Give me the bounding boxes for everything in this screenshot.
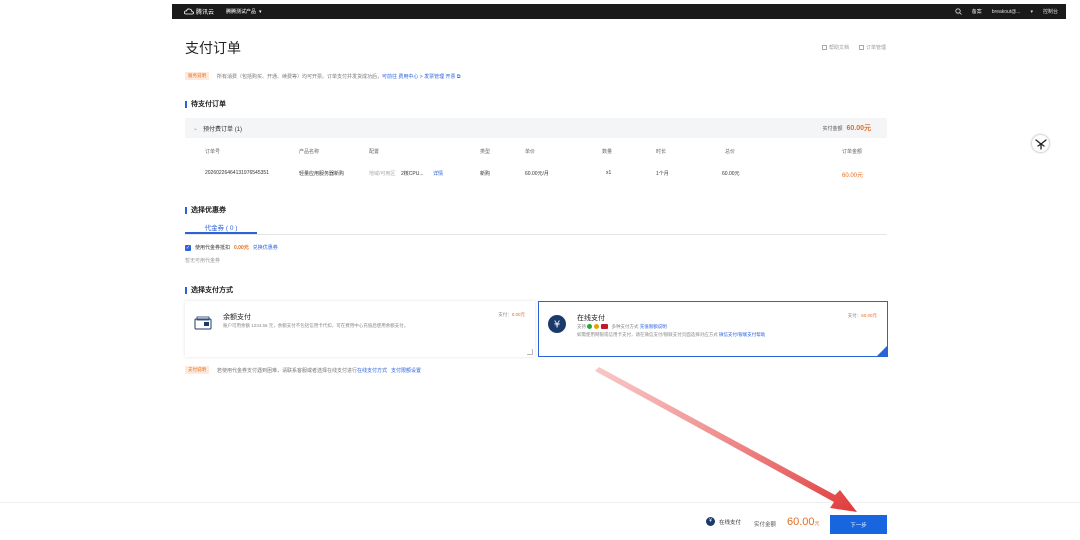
config-detail-link[interactable]: 详情	[433, 170, 443, 177]
payment-channel-icons	[587, 324, 610, 330]
online-pay-title: 在线支付	[577, 315, 605, 322]
pending-order-title: 待支付订单	[185, 101, 226, 108]
next-step-button[interactable]: 下一步	[830, 515, 887, 534]
wechat-union-help-link[interactable]: 微信支付/银联支付帮助	[719, 332, 765, 337]
order-panel: ⌄ 预付费订单 (1) 实付金额 60.00元 订单号 产品名称 配置 类型 单…	[185, 118, 887, 193]
duration: 1个月	[656, 171, 669, 177]
svg-text:¥: ¥	[554, 320, 560, 331]
col-type: 类型	[480, 149, 491, 155]
balance-pay-title: 余额支付	[223, 314, 251, 321]
help-doc-link[interactable]: 帮助文档	[821, 44, 849, 51]
order-type: 新购	[480, 171, 491, 177]
online-pay-desc: 支持 多种支付方式 充值限额说明	[577, 324, 667, 330]
total-price: 60.00元	[722, 171, 740, 177]
quantity: x1	[606, 170, 612, 176]
product-switcher[interactable]: 腾腾测试产品 ▾	[226, 8, 262, 16]
service-notice: 服务说明 所有消费（包括购买、开通、续费等）均可开票。订单支付并发货成功后， 可…	[185, 72, 460, 80]
top-right-menu: 备案 breakout@... ▾ 控制台	[945, 8, 1066, 15]
red-arrow	[595, 367, 857, 512]
top-nav: 腾讯云 腾腾测试产品 ▾ 备案 breakout@... ▾ 控制台	[172, 4, 1066, 19]
table-row: 20260226464131976545351 轻量应用服务器新购 地域/可用区…	[185, 170, 887, 182]
config-region: 地域/可用区	[369, 171, 396, 177]
online-pay-method-link[interactable]: 在线支付方式	[357, 367, 387, 374]
bottom-bar: ¥ 在线支付 实付金额 60.00元 下一步	[0, 502, 1080, 540]
recharge-limit-link[interactable]: 充值限额说明	[640, 324, 667, 329]
invoice-link[interactable]: 可前往 费用中心 > 发票管理 开票 ⧉	[382, 73, 460, 80]
page-title: 支付订单	[185, 40, 241, 56]
notice-tag: 服务说明	[185, 72, 209, 80]
col-total: 总价	[725, 149, 736, 155]
col-qty: 数量	[602, 149, 613, 155]
online-pay-desc2: 如需使用网银或信用卡支付，请在微信支付/银联支付页面选择对应方式 微信支付/银联…	[577, 332, 766, 337]
order-icon	[858, 45, 864, 50]
top-bar: 腾讯云 腾腾测试产品 ▾ 备案 breakout@... ▾ 控制台	[0, 0, 1080, 22]
wallet-icon	[193, 313, 213, 333]
payment-notice: 支付说明 若使用代金券支付遇到困难，请联系客服或者选择在线支付进行 在线支付方式…	[185, 366, 421, 374]
order-manage-link[interactable]: 订单管理	[858, 44, 886, 51]
selected-pay-method: ¥ 在线支付	[706, 517, 741, 526]
order-amount: 60.00元	[842, 173, 864, 179]
order-group-label: 预付费订单 (1)	[203, 126, 243, 133]
assistant-button[interactable]	[1031, 134, 1050, 153]
selected-corner-mark	[877, 346, 887, 356]
voucher-check-label: 使用代金券抵扣	[195, 245, 231, 251]
header-links: 帮助文档 订单管理	[812, 44, 886, 51]
logo-text: 腾讯云	[196, 10, 215, 16]
voucher-deduct-amount: 0.00元	[234, 245, 249, 251]
chevron-down-icon: ▾	[259, 8, 262, 15]
voucher-option: ✓ 使用代金券抵扣 0.00元 兑换优惠券	[185, 244, 278, 251]
order-table-header: 订单号 产品名称 配置 类型 单价 数量 时长 总价 订单金额	[185, 148, 887, 160]
brand-logo[interactable]: 腾讯云	[184, 7, 214, 16]
voucher-checkbox[interactable]: ✓	[185, 244, 191, 251]
cloud-logo-icon	[184, 8, 194, 15]
selected-method-label: 在线支付	[719, 519, 742, 526]
balance-pay-desc: 账户可用余额 1234.56 元，余额支付不包括信用卡代扣，可在费用中心充值后使…	[223, 323, 409, 328]
col-duration: 时长	[656, 149, 667, 155]
balance-pay-card[interactable]: 余额支付 账户可用余额 1234.56 元，余额支付不包括信用卡代扣，可在费用中…	[185, 301, 535, 357]
pay-amount-label: 实付金额	[822, 125, 843, 132]
account-caret-icon[interactable]: ▾	[1030, 9, 1033, 15]
col-product: 产品名称	[299, 149, 320, 155]
coupon-section-title: 选择优惠券	[185, 207, 226, 214]
notice-text: 所有消费（包括购买、开通、续费等）均可开票。订单支付并发货成功后，	[217, 73, 383, 80]
order-number: 20260226464131976545351	[205, 170, 269, 176]
pay-amount-value: 60.00元	[846, 125, 871, 132]
console-link[interactable]: 控制台	[1043, 8, 1058, 15]
unionpay-icon	[601, 324, 609, 330]
assistant-icon	[1034, 138, 1047, 150]
pay-limit-setting-link[interactable]: 支付限额设置	[391, 367, 421, 374]
chevron-down-icon[interactable]: ⌄	[193, 125, 198, 132]
tab-divider	[185, 234, 887, 235]
beian-link[interactable]: 备案	[972, 8, 982, 15]
product-name: 轻量应用服务器新购	[299, 171, 345, 177]
online-pay-amount: 支付：60.00元	[847, 313, 877, 318]
yuan-icon: ¥	[547, 314, 567, 334]
yuan-icon: ¥	[706, 517, 715, 526]
wechat-pay-icon	[587, 324, 593, 330]
qq-pay-icon	[594, 324, 600, 330]
col-amount: 订单金额	[842, 149, 863, 155]
balance-pay-amount: 支付：0.00元	[498, 312, 525, 317]
tab-voucher[interactable]: 代金券 ( 0 )	[185, 222, 257, 234]
product-label: 腾腾测试产品	[226, 9, 257, 15]
col-unit-price: 单价	[525, 149, 536, 155]
bottom-pay-amount: 60.00元	[787, 516, 820, 528]
resize-handle	[527, 349, 533, 355]
col-order-no: 订单号	[205, 149, 221, 155]
bottom-pay-label: 实付金额	[754, 522, 777, 528]
config-spec: 2核CPU...	[401, 171, 424, 177]
order-group-header[interactable]: ⌄ 预付费订单 (1) 实付金额 60.00元	[185, 118, 887, 138]
help-doc-icon	[821, 45, 827, 50]
online-pay-card[interactable]: ¥ 在线支付 支持 多种支付方式 充值限额说明 如需使用网银或信用卡支付，请在微…	[538, 301, 888, 357]
account-menu[interactable]: breakout@...	[992, 9, 1021, 15]
payment-section-title: 选择支付方式	[185, 287, 233, 294]
unit-price: 60.00元/月	[525, 171, 549, 177]
col-config: 配置	[369, 149, 380, 155]
no-voucher-text: 暂无可用代金券	[185, 258, 221, 264]
redeem-coupon-link[interactable]: 兑换优惠券	[253, 244, 278, 251]
search-icon[interactable]	[955, 8, 962, 15]
payment-notice-text: 若使用代金券支付遇到困难，请联系客服或者选择在线支付进行	[217, 367, 358, 374]
payment-notice-tag: 支付说明	[185, 366, 209, 374]
